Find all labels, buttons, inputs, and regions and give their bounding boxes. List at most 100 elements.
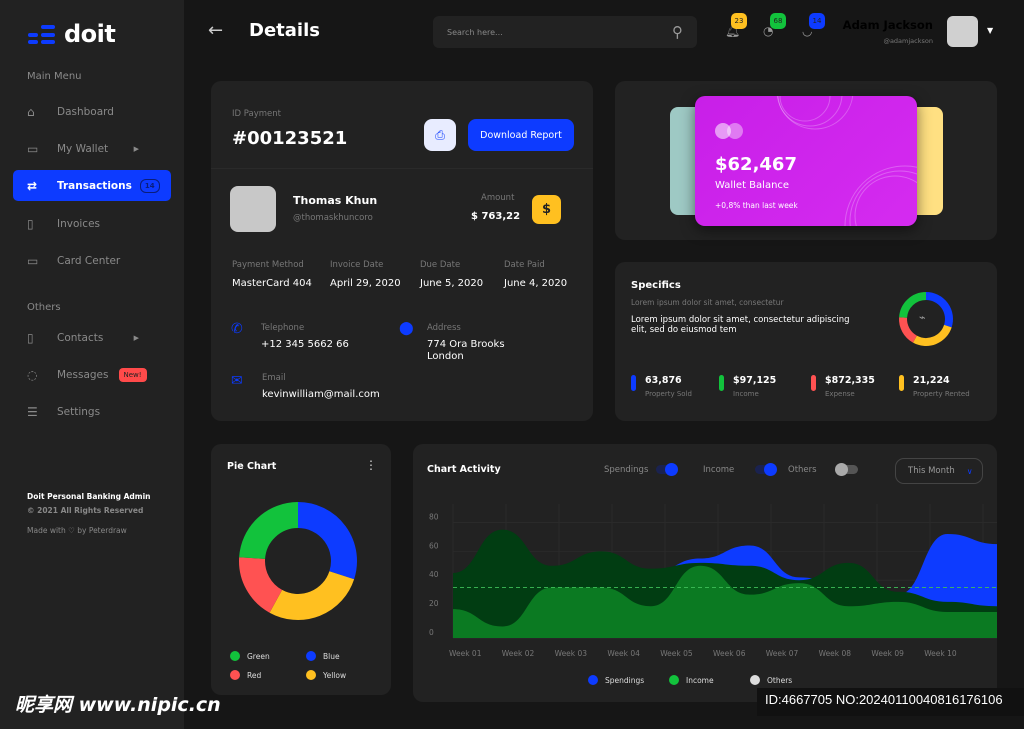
stat-label: Income xyxy=(733,390,759,398)
legend-dot xyxy=(306,670,316,680)
others-label: Others xyxy=(27,302,61,313)
telephone-value: +12 345 5662 66 xyxy=(261,339,349,350)
toggle-income[interactable] xyxy=(755,463,777,476)
toggle-label: Income xyxy=(703,465,735,475)
x-tick-label: Week 02 xyxy=(502,649,535,658)
payment-id: #00123521 xyxy=(232,128,348,149)
specifics-text: Lorem ipsum dolor sit amet, consectetur … xyxy=(631,315,850,335)
field-label: Due Date xyxy=(420,260,461,270)
message-icon: ◌ xyxy=(27,367,38,382)
back-arrow-icon[interactable]: ← xyxy=(208,20,223,41)
search-input[interactable]: Search here... ⚲ xyxy=(433,16,697,48)
toggle-others[interactable] xyxy=(835,463,858,476)
page-title: Details xyxy=(249,20,320,41)
field-label: Payment Method xyxy=(232,260,304,270)
search-icon[interactable]: ⚲ xyxy=(672,23,683,41)
chevron-down-icon[interactable]: ▼ xyxy=(987,26,993,35)
card-icon: ▭ xyxy=(27,253,39,268)
wallet-change: +0,8% than last week xyxy=(715,201,798,210)
stat-color-bar xyxy=(899,375,904,391)
pie-slice xyxy=(239,502,299,560)
toggle-knob xyxy=(835,463,848,476)
customer-handle: @thomaskhuncoro xyxy=(293,213,373,223)
main-menu-label: Main Menu xyxy=(27,71,82,82)
toggle-label: Others xyxy=(788,465,817,475)
legend-label: Red xyxy=(247,671,262,680)
chart-activity-card: Chart Activity This Month ∨ 0 20 40 60 80 Week… xyxy=(413,444,997,702)
label: Settings xyxy=(57,405,101,418)
label: My Wallet xyxy=(57,142,109,155)
id-payment-label: ID Payment xyxy=(232,109,281,119)
customer-name: Thomas Khun xyxy=(293,194,378,207)
phone-icon: ✆ xyxy=(231,321,243,337)
email-icon: ✉ xyxy=(231,373,243,389)
sidebar-item-card-center[interactable]: ▭ Card Center xyxy=(13,245,171,276)
pie-chart-title: Pie Chart xyxy=(227,461,277,472)
legend-dot xyxy=(669,675,679,685)
x-tick-label: Week 08 xyxy=(819,649,852,658)
cart-badge: 14 xyxy=(809,13,825,29)
toggle-spendings[interactable] xyxy=(656,463,678,476)
legend-dot xyxy=(750,675,760,685)
activity-area-chart: 0 20 40 60 80 Week 01 Week 02 Week 03 Week 04 Wee… xyxy=(429,504,997,685)
wallet-card[interactable]: $62,467 Wallet Balance +0,8% than last w… xyxy=(695,96,917,226)
email-value[interactable]: kevinwilliam@mail.com xyxy=(262,389,380,400)
stat-value: $97,125 xyxy=(733,375,777,386)
settings-icon: ☰ xyxy=(27,404,38,419)
x-tick-label: Week 03 xyxy=(555,649,588,658)
home-icon: ⌂ xyxy=(27,104,35,119)
label: Messages xyxy=(57,368,109,381)
logo[interactable]: doit xyxy=(28,20,116,48)
stat-color-bar xyxy=(719,375,724,391)
sidebar-item-settings[interactable]: ☰ Settings xyxy=(13,396,171,427)
stat-label: Property Rented xyxy=(913,390,970,398)
wallet-card-panel: $62,467 Wallet Balance +0,8% than last w… xyxy=(615,81,997,240)
label: Transactions xyxy=(57,179,132,192)
field-label: Date Paid xyxy=(504,260,545,270)
stat-value: 63,876 xyxy=(645,375,682,386)
user-avatar[interactable] xyxy=(947,16,978,47)
print-button[interactable]: ⎙ xyxy=(424,119,456,151)
wallet-balance-label: Wallet Balance xyxy=(715,180,790,191)
user-name: Adam Jackson xyxy=(842,18,933,32)
pie-slice xyxy=(239,557,283,613)
address-line2: London xyxy=(427,351,464,362)
label: Dashboard xyxy=(57,105,114,118)
field-value: MasterCard 404 xyxy=(232,278,312,289)
divider xyxy=(211,168,593,169)
legend-label: Blue xyxy=(323,652,340,661)
sidebar-item-invoices[interactable]: ▯ Invoices xyxy=(13,208,171,239)
stat-value: 21,224 xyxy=(913,375,950,386)
download-report-button[interactable]: Download Report xyxy=(468,119,574,151)
toggle-knob xyxy=(764,463,777,476)
sidebar-item-messages[interactable]: ◌ Messages New! xyxy=(13,359,171,390)
legend-label: Others xyxy=(767,676,792,685)
email-label: Email xyxy=(262,373,286,383)
y-tick-label: 40 xyxy=(429,570,439,579)
pie-slice xyxy=(269,570,355,620)
address-label: Address xyxy=(427,323,461,333)
sidebar-item-contacts[interactable]: ▯ Contacts ▶ xyxy=(13,322,171,353)
label: Card Center xyxy=(57,254,121,267)
y-tick-label: 20 xyxy=(429,599,439,608)
stat-label: Property Sold xyxy=(645,390,692,398)
notification-badge: 23 xyxy=(731,13,747,29)
field-value: April 29, 2020 xyxy=(330,278,401,289)
wallet-icon: ▭ xyxy=(27,141,39,156)
x-tick-label: Week 10 xyxy=(924,649,957,658)
label: Contacts xyxy=(57,331,104,344)
y-tick-label: 60 xyxy=(429,541,439,550)
sidebar-item-transactions[interactable]: ⇄ Transactions 14 xyxy=(13,170,171,201)
x-tick-label: Week 07 xyxy=(766,649,799,658)
more-options-icon[interactable]: ⋮ xyxy=(365,458,377,472)
stat-label: Expense xyxy=(825,390,855,398)
sidebar-item-dashboard[interactable]: ⌂ Dashboard xyxy=(13,96,171,127)
user-handle: @adamjackson xyxy=(883,37,933,45)
stat-value: $872,335 xyxy=(825,375,875,386)
label: Invoices xyxy=(57,217,101,230)
sidebar-item-my-wallet[interactable]: ▭ My Wallet ▶ xyxy=(13,133,171,164)
invoice-icon: ▯ xyxy=(27,216,34,231)
pie-slice xyxy=(912,324,952,346)
field-value: June 5, 2020 xyxy=(420,278,484,289)
location-pin-icon: ⬤ xyxy=(399,321,414,336)
